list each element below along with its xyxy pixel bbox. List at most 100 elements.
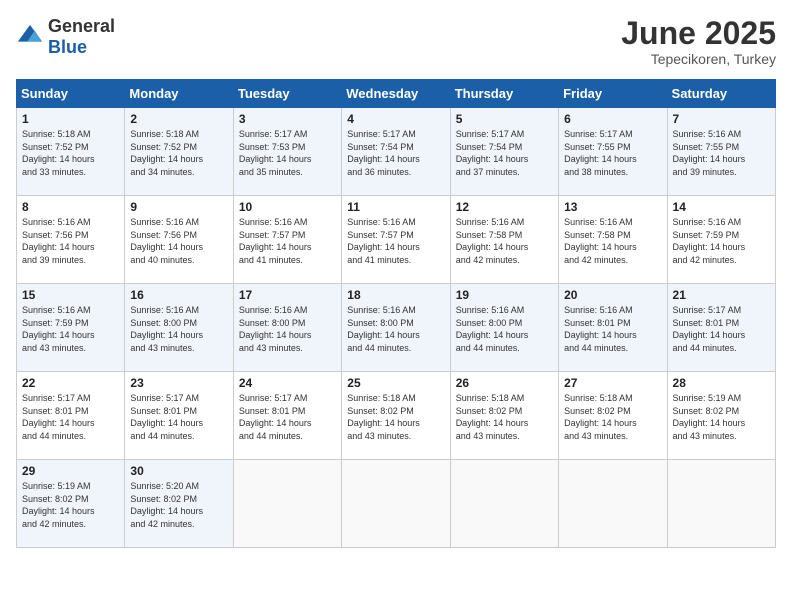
table-row: 14 Sunrise: 5:16 AM Sunset: 7:59 PM Dayli… xyxy=(667,196,775,284)
day-number: 5 xyxy=(456,112,553,126)
logo-blue: Blue xyxy=(48,37,87,57)
day-number: 7 xyxy=(673,112,770,126)
table-row: 2 Sunrise: 5:18 AM Sunset: 7:52 PM Daylig… xyxy=(125,108,233,196)
day-number: 16 xyxy=(130,288,227,302)
day-content: Sunrise: 5:16 AM Sunset: 8:00 PM Dayligh… xyxy=(347,304,444,354)
day-content: Sunrise: 5:16 AM Sunset: 7:58 PM Dayligh… xyxy=(456,216,553,266)
day-content: Sunrise: 5:16 AM Sunset: 8:00 PM Dayligh… xyxy=(456,304,553,354)
day-content: Sunrise: 5:17 AM Sunset: 8:01 PM Dayligh… xyxy=(130,392,227,442)
table-row: 25Sunrise: 5:18 AM Sunset: 8:02 PM Dayli… xyxy=(342,372,450,460)
day-content: Sunrise: 5:17 AM Sunset: 8:01 PM Dayligh… xyxy=(673,304,770,354)
table-row: 6 Sunrise: 5:17 AM Sunset: 7:55 PM Daylig… xyxy=(559,108,667,196)
table-row xyxy=(559,460,667,548)
month-title: June 2025 xyxy=(621,16,776,51)
day-number: 8 xyxy=(22,200,119,214)
header-friday: Friday xyxy=(559,80,667,108)
table-row: 20 Sunrise: 5:16 AM Sunset: 8:01 PM Dayli… xyxy=(559,284,667,372)
day-content: Sunrise: 5:16 AM Sunset: 7:55 PM Dayligh… xyxy=(673,128,770,178)
calendar-week-row: 8 Sunrise: 5:16 AM Sunset: 7:56 PM Daylig… xyxy=(17,196,776,284)
day-content: Sunrise: 5:20 AM Sunset: 8:02 PM Dayligh… xyxy=(130,480,227,530)
table-row: 4 Sunrise: 5:17 AM Sunset: 7:54 PM Daylig… xyxy=(342,108,450,196)
table-row xyxy=(233,460,341,548)
calendar-week-row: 1 Sunrise: 5:18 AM Sunset: 7:52 PM Daylig… xyxy=(17,108,776,196)
header-sunday: Sunday xyxy=(17,80,125,108)
day-number: 4 xyxy=(347,112,444,126)
calendar-table: Sunday Monday Tuesday Wednesday Thursday… xyxy=(16,79,776,548)
day-content: Sunrise: 5:16 AM Sunset: 7:59 PM Dayligh… xyxy=(673,216,770,266)
day-content: Sunrise: 5:16 AM Sunset: 7:56 PM Dayligh… xyxy=(130,216,227,266)
day-number: 14 xyxy=(673,200,770,214)
day-number: 9 xyxy=(130,200,227,214)
logo-icon xyxy=(16,23,44,51)
calendar-week-row: 29 Sunrise: 5:19 AM Sunset: 8:02 PM Dayli… xyxy=(17,460,776,548)
day-content: Sunrise: 5:16 AM Sunset: 7:57 PM Dayligh… xyxy=(239,216,336,266)
day-number: 24 xyxy=(239,376,336,390)
table-row: 11 Sunrise: 5:16 AM Sunset: 7:57 PM Dayli… xyxy=(342,196,450,284)
header-tuesday: Tuesday xyxy=(233,80,341,108)
day-number: 18 xyxy=(347,288,444,302)
day-number: 12 xyxy=(456,200,553,214)
day-content: Sunrise: 5:19 AM Sunset: 8:02 PM Dayligh… xyxy=(673,392,770,442)
calendar-header-row: Sunday Monday Tuesday Wednesday Thursday… xyxy=(17,80,776,108)
day-number: 2 xyxy=(130,112,227,126)
table-row: 16 Sunrise: 5:16 AM Sunset: 8:00 PM Dayli… xyxy=(125,284,233,372)
day-content: Sunrise: 5:18 AM Sunset: 8:02 PM Dayligh… xyxy=(564,392,661,442)
day-content: Sunrise: 5:18 AM Sunset: 7:52 PM Dayligh… xyxy=(22,128,119,178)
table-row: 9 Sunrise: 5:16 AM Sunset: 7:56 PM Daylig… xyxy=(125,196,233,284)
day-number: 22 xyxy=(22,376,119,390)
day-content: Sunrise: 5:16 AM Sunset: 8:00 PM Dayligh… xyxy=(130,304,227,354)
table-row: 12 Sunrise: 5:16 AM Sunset: 7:58 PM Dayli… xyxy=(450,196,558,284)
day-number: 29 xyxy=(22,464,119,478)
location-subtitle: Tepecikoren, Turkey xyxy=(621,51,776,67)
logo-general: General xyxy=(48,16,115,36)
day-number: 26 xyxy=(456,376,553,390)
day-number: 20 xyxy=(564,288,661,302)
day-content: Sunrise: 5:17 AM Sunset: 7:54 PM Dayligh… xyxy=(347,128,444,178)
table-row: 3 Sunrise: 5:17 AM Sunset: 7:53 PM Daylig… xyxy=(233,108,341,196)
day-content: Sunrise: 5:16 AM Sunset: 7:58 PM Dayligh… xyxy=(564,216,661,266)
header-thursday: Thursday xyxy=(450,80,558,108)
day-content: Sunrise: 5:19 AM Sunset: 8:02 PM Dayligh… xyxy=(22,480,119,530)
header-wednesday: Wednesday xyxy=(342,80,450,108)
day-content: Sunrise: 5:18 AM Sunset: 7:52 PM Dayligh… xyxy=(130,128,227,178)
day-number: 30 xyxy=(130,464,227,478)
table-row: 24 Sunrise: 5:17 AM Sunset: 8:01 PM Dayli… xyxy=(233,372,341,460)
table-row: 5 Sunrise: 5:17 AM Sunset: 7:54 PM Daylig… xyxy=(450,108,558,196)
day-number: 11 xyxy=(347,200,444,214)
table-row: 1 Sunrise: 5:18 AM Sunset: 7:52 PM Daylig… xyxy=(17,108,125,196)
table-row: 7 Sunrise: 5:16 AM Sunset: 7:55 PM Daylig… xyxy=(667,108,775,196)
day-content: Sunrise: 5:17 AM Sunset: 8:01 PM Dayligh… xyxy=(22,392,119,442)
day-content: Sunrise: 5:16 AM Sunset: 7:59 PM Dayligh… xyxy=(22,304,119,354)
day-number: 6 xyxy=(564,112,661,126)
table-row xyxy=(450,460,558,548)
table-row: 17 Sunrise: 5:16 AM Sunset: 8:00 PM Dayli… xyxy=(233,284,341,372)
table-row: 19Sunrise: 5:16 AM Sunset: 8:00 PM Dayli… xyxy=(450,284,558,372)
table-row: 21Sunrise: 5:17 AM Sunset: 8:01 PM Dayli… xyxy=(667,284,775,372)
day-number: 1 xyxy=(22,112,119,126)
day-number: 28 xyxy=(673,376,770,390)
table-row: 13 Sunrise: 5:16 AM Sunset: 7:58 PM Dayli… xyxy=(559,196,667,284)
day-number: 15 xyxy=(22,288,119,302)
day-content: Sunrise: 5:16 AM Sunset: 8:01 PM Dayligh… xyxy=(564,304,661,354)
day-content: Sunrise: 5:16 AM Sunset: 7:57 PM Dayligh… xyxy=(347,216,444,266)
table-row: 15 Sunrise: 5:16 AM Sunset: 7:59 PM Dayli… xyxy=(17,284,125,372)
day-content: Sunrise: 5:16 AM Sunset: 7:56 PM Dayligh… xyxy=(22,216,119,266)
day-content: Sunrise: 5:17 AM Sunset: 8:01 PM Dayligh… xyxy=(239,392,336,442)
day-number: 3 xyxy=(239,112,336,126)
calendar-week-row: 22 Sunrise: 5:17 AM Sunset: 8:01 PM Dayli… xyxy=(17,372,776,460)
table-row: 26Sunrise: 5:18 AM Sunset: 8:02 PM Dayli… xyxy=(450,372,558,460)
day-content: Sunrise: 5:17 AM Sunset: 7:53 PM Dayligh… xyxy=(239,128,336,178)
day-content: Sunrise: 5:17 AM Sunset: 7:54 PM Dayligh… xyxy=(456,128,553,178)
table-row: 8 Sunrise: 5:16 AM Sunset: 7:56 PM Daylig… xyxy=(17,196,125,284)
day-content: Sunrise: 5:18 AM Sunset: 8:02 PM Dayligh… xyxy=(347,392,444,442)
day-number: 17 xyxy=(239,288,336,302)
day-content: Sunrise: 5:16 AM Sunset: 8:00 PM Dayligh… xyxy=(239,304,336,354)
table-row: 27Sunrise: 5:18 AM Sunset: 8:02 PM Dayli… xyxy=(559,372,667,460)
table-row xyxy=(342,460,450,548)
table-row: 18 Sunrise: 5:16 AM Sunset: 8:00 PM Dayli… xyxy=(342,284,450,372)
day-number: 13 xyxy=(564,200,661,214)
title-area: June 2025 Tepecikoren, Turkey xyxy=(621,16,776,67)
day-content: Sunrise: 5:17 AM Sunset: 7:55 PM Dayligh… xyxy=(564,128,661,178)
header-saturday: Saturday xyxy=(667,80,775,108)
day-number: 23 xyxy=(130,376,227,390)
